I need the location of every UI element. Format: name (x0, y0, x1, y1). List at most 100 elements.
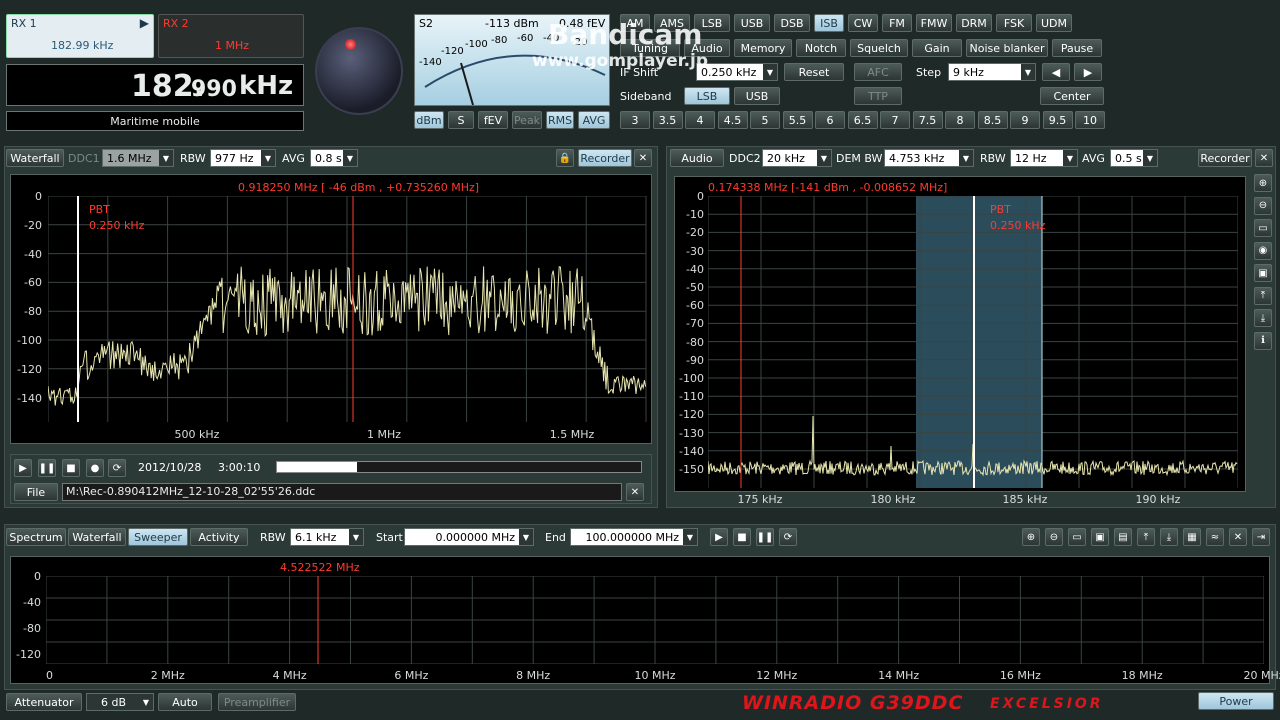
arrow-up-icon[interactable]: ⤒ (1137, 528, 1155, 546)
left-recorder-button[interactable]: Recorder (578, 149, 632, 167)
play-icon[interactable]: ▶ (140, 16, 149, 30)
sweeper-tab-spectrum[interactable]: Spectrum (6, 528, 66, 546)
zoom-out-icon[interactable]: ⊖ (1254, 196, 1272, 215)
rx2-box[interactable]: RX 2 1 MHz (158, 14, 304, 58)
power-button[interactable]: Power (1198, 692, 1274, 710)
mode-fmw-button[interactable]: FMW (916, 14, 952, 32)
bw-step-5-button[interactable]: 5 (750, 111, 780, 129)
bw-step-6-5-button[interactable]: 6.5 (847, 111, 878, 129)
func-squelch-button[interactable]: Squelch (850, 39, 908, 57)
zoom-in-icon[interactable]: ⊕ (1022, 528, 1040, 546)
step-left-button[interactable]: ◀ (1042, 63, 1070, 81)
bw-step-10-button[interactable]: 10 (1075, 111, 1105, 129)
right-recorder-button[interactable]: Recorder (1198, 149, 1252, 167)
lock-icon[interactable]: 🔒 (556, 149, 574, 167)
bw-step-4-button[interactable]: 4 (685, 111, 715, 129)
camera-icon[interactable]: ◉ (1254, 241, 1272, 260)
func-gain-button[interactable]: Gain (912, 39, 962, 57)
mode-dsb-button[interactable]: DSB (774, 14, 810, 32)
peak-icon[interactable]: ≈ (1206, 528, 1224, 546)
bw-step-8-button[interactable]: 8 (945, 111, 975, 129)
func-notch-button[interactable]: Notch (796, 39, 846, 57)
sweeper-tab-sweeper[interactable]: Sweeper (128, 528, 188, 546)
arrow-down-icon[interactable]: ⤓ (1160, 528, 1178, 546)
player-progress[interactable] (276, 461, 642, 473)
zoom-in-icon[interactable]: ⊕ (1254, 174, 1272, 192)
right-avg-select[interactable]: 0.5 s ▼ (1110, 149, 1158, 167)
ttp-button[interactable]: TTP (854, 87, 902, 105)
step-select[interactable]: 9 kHz ▼ (948, 63, 1036, 81)
save-icon[interactable]: ▣ (1254, 264, 1272, 282)
zoom-out-icon[interactable]: ⊖ (1045, 528, 1063, 546)
mode-lsb-button[interactable]: LSB (694, 14, 730, 32)
arrow-up-icon[interactable]: ⤒ (1254, 286, 1272, 305)
sweep-stop-button[interactable]: ■ (733, 528, 751, 546)
reset-button[interactable]: Reset (784, 63, 844, 81)
rx1-box[interactable]: RX 1 ▶ 182.99 kHz (6, 14, 154, 58)
step-right-button[interactable]: ▶ (1074, 63, 1102, 81)
mode-ams-button[interactable]: AMS (654, 14, 690, 32)
right-rbw-select[interactable]: 12 Hz ▼ (1010, 149, 1078, 167)
attenuator-select[interactable]: 6 dB ▼ (86, 693, 154, 711)
sideband-lsb-button[interactable]: LSB (684, 87, 730, 105)
bw-step-5-5-button[interactable]: 5.5 (782, 111, 813, 129)
left-avg-select[interactable]: 0.8 s ▼ (310, 149, 358, 167)
bw-step-9-5-button[interactable]: 9.5 (1042, 111, 1073, 129)
right-ddc-select[interactable]: 20 kHz ▼ (762, 149, 832, 167)
afc-button[interactable]: AFC (854, 63, 902, 81)
left-rbw-select[interactable]: 977 Hz ▼ (210, 149, 276, 167)
bw-step-4-5-button[interactable]: 4.5 (717, 111, 748, 129)
info-icon[interactable]: ℹ (1254, 331, 1272, 350)
audio-tab[interactable]: Audio (670, 149, 724, 167)
if-shift-select[interactable]: 0.250 kHz ▼ (696, 63, 778, 81)
bw-step-7-5-button[interactable]: 7.5 (912, 111, 943, 129)
func-memory-button[interactable]: Memory (734, 39, 792, 57)
fit-icon[interactable]: ▭ (1254, 219, 1272, 237)
mode-udm-button[interactable]: UDM (1036, 14, 1072, 32)
bw-step-7-button[interactable]: 7 (880, 111, 910, 129)
tools-icon[interactable]: ✕ (1255, 149, 1273, 167)
mode-usb-button[interactable]: USB (734, 14, 770, 32)
s-meter-avg-button[interactable]: AVG (578, 111, 610, 129)
bw-step-9-button[interactable]: 9 (1010, 111, 1040, 129)
sweep-refresh-button[interactable]: ⟳ (779, 528, 797, 546)
fit-icon[interactable]: ▭ (1068, 528, 1086, 546)
bw-step-8-5-button[interactable]: 8.5 (977, 111, 1008, 129)
mode-cw-button[interactable]: CW (848, 14, 878, 32)
file-button[interactable]: File (14, 483, 58, 501)
func-tuning-button[interactable]: Tuning (620, 39, 680, 57)
bw-step-3-button[interactable]: 3 (620, 111, 650, 129)
preamplifier-button[interactable]: Preamplifier (218, 693, 296, 711)
s-meter-s-button[interactable]: S (448, 111, 474, 129)
mode-drm-button[interactable]: DRM (956, 14, 992, 32)
expand-icon[interactable]: ⇥ (1252, 528, 1270, 546)
record-button[interactable]: ● (86, 459, 104, 477)
left-waterfall-tab[interactable]: Waterfall (6, 149, 64, 167)
sweep-pause-button[interactable]: ❚❚ (756, 528, 774, 546)
bw-step-6-button[interactable]: 6 (815, 111, 845, 129)
play-button[interactable]: ▶ (14, 459, 32, 477)
func-audio-button[interactable]: Audio (684, 39, 730, 57)
s-meter-rms-button[interactable]: RMS (546, 111, 574, 129)
sweep-end-select[interactable]: 100.000000 MHz ▼ (570, 528, 698, 546)
mode-fm-button[interactable]: FM (882, 14, 912, 32)
tools-icon[interactable]: ✕ (634, 149, 652, 167)
auto-button[interactable]: Auto (158, 693, 212, 711)
s-meter-fev-button[interactable]: fEV (478, 111, 508, 129)
sweep-rbw-select[interactable]: 6.1 kHz ▼ (290, 528, 364, 546)
folder-icon[interactable]: ▤ (1114, 528, 1132, 546)
arrow-down-icon[interactable]: ⤓ (1254, 309, 1272, 327)
sideband-usb-button[interactable]: USB (734, 87, 780, 105)
dem-bw-select[interactable]: 4.753 kHz ▼ (884, 149, 974, 167)
center-button[interactable]: Center (1040, 87, 1104, 105)
wrench-icon[interactable]: ✕ (626, 483, 644, 501)
sweep-start-select[interactable]: 0.000000 MHz ▼ (404, 528, 534, 546)
bw-step-3-5-button[interactable]: 3.5 (652, 111, 683, 129)
stop-button[interactable]: ■ (62, 459, 80, 477)
save-icon[interactable]: ▣ (1091, 528, 1109, 546)
mode-fsk-button[interactable]: FSK (996, 14, 1032, 32)
func-noise-blanker-button[interactable]: Noise blanker (966, 39, 1048, 57)
loop-button[interactable]: ⟳ (108, 459, 126, 477)
left-ddc-select[interactable]: 1.6 MHz ▼ (102, 149, 174, 167)
func-pause-button[interactable]: Pause (1052, 39, 1102, 57)
